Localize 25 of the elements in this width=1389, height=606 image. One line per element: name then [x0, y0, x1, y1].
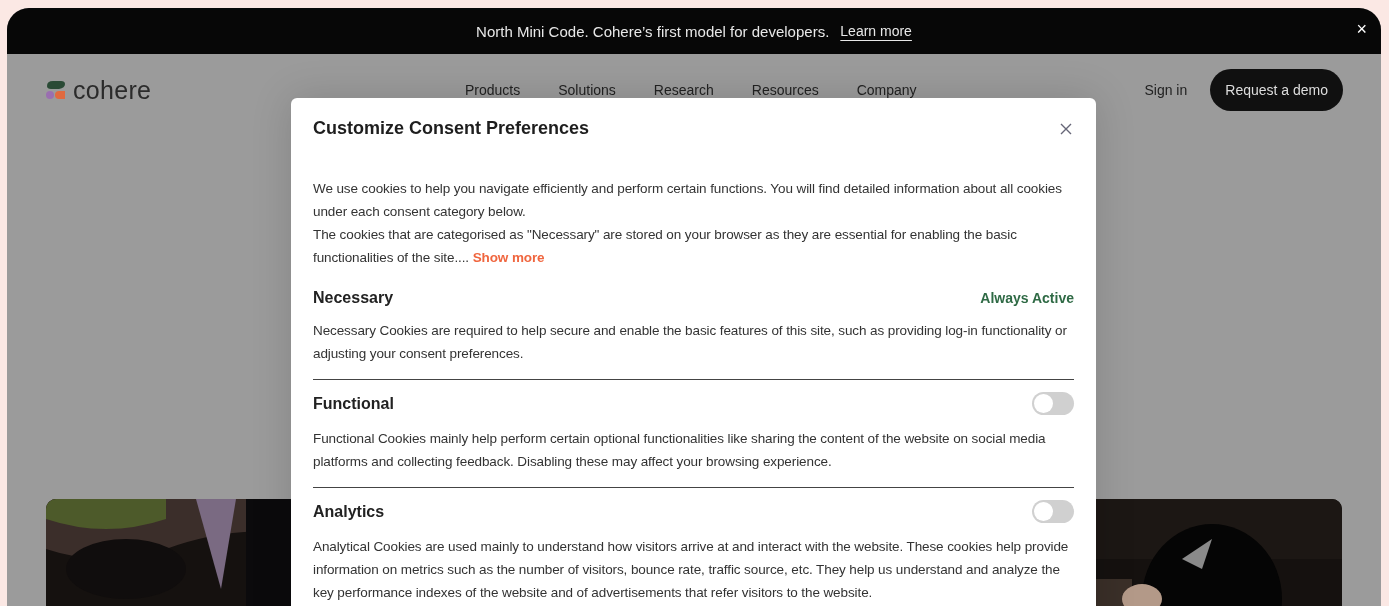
- nav-link[interactable]: Research: [653, 82, 714, 98]
- intro-text: We use cookies to help you navigate efficiently and perform certain functions. You will find detailed information about all cookies under each consent category below.: [313, 180, 1063, 221]
- close-button[interactable]: ×: [1356, 20, 1367, 38]
- logo-icon: [45, 80, 67, 100]
- category-description: Functional Cookies mainly help perform certain optional functionalities like sharing the content of the website on social media platforms and collecting feedback. Disabling these may affect your browsing experience.: [313, 430, 1047, 471]
- announcement-text: North Mini Code. Cohere’s first model for developers.: [476, 22, 830, 40]
- intro-text: The cookies that are categorised as "Necessary" are stored on your browser as they are essential for enabling the basic functionalities of the site.... Show more: [313, 226, 1018, 267]
- category-title: Analytics: [313, 502, 385, 521]
- category-description: Necessary Cookies are required to help secure and enable the basic features of this site, such as providing log-in functionality or adjusting your consent preferences.: [313, 322, 1068, 363]
- toggle-switch[interactable]: [1032, 392, 1074, 415]
- nav-link[interactable]: Resources: [751, 82, 819, 98]
- nav-link[interactable]: Products: [465, 82, 521, 98]
- logo-text: cohere: [73, 75, 152, 105]
- always-active-label: Always Active: [980, 290, 1074, 306]
- category-title: Functional: [313, 394, 394, 413]
- category-description: Analytical Cookies are used mainly to understand how visitors arrive at and interact with the website. These cookies help provide information on metrics such as the number of visitors, bounce rate, traffic source, etc. They help us understand and analyze the key performance indexes of the website and of advertisements that refer visitors to the website.: [313, 538, 1070, 602]
- toggle-switch[interactable]: [1032, 500, 1074, 523]
- category-title: Necessary: [313, 289, 394, 307]
- request-demo-button[interactable]: Request a demo: [1210, 69, 1343, 111]
- sign-in-link[interactable]: Sign in: [1144, 82, 1188, 98]
- show-more-link[interactable]: Show more: [472, 250, 545, 265]
- nav-link[interactable]: Solutions: [558, 82, 616, 98]
- nav-link[interactable]: Company: [856, 82, 917, 98]
- learn-more-link[interactable]: Learn more: [840, 23, 912, 39]
- dialog-title: Customize Consent Preferences: [313, 118, 590, 139]
